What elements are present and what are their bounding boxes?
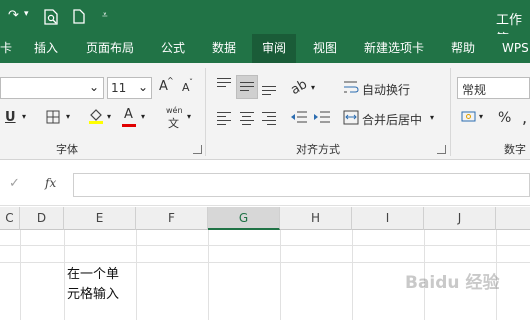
print-preview-icon[interactable] [44, 9, 58, 25]
group-separator [450, 68, 451, 156]
fill-color-dropdown-icon[interactable]: ▾ [107, 112, 111, 121]
tab-new-tab[interactable]: 新建选项卡 [364, 34, 424, 63]
tab-help[interactable]: 帮助 [451, 34, 475, 63]
new-document-icon[interactable] [73, 9, 85, 24]
align-middle-icon [240, 82, 254, 94]
font-color-dropdown-icon[interactable]: ▾ [141, 112, 145, 121]
grid-line [208, 230, 209, 320]
column-header-f[interactable]: F [136, 207, 208, 230]
column-header-j[interactable]: J [424, 207, 496, 230]
increase-indent-icon[interactable] [313, 110, 331, 124]
align-left-icon[interactable] [217, 112, 231, 128]
font-group-label: 字体 [56, 143, 78, 156]
alignment-dialog-launcher-icon[interactable] [437, 145, 446, 154]
tab-view[interactable]: 视图 [313, 34, 337, 63]
grid-line [136, 230, 137, 320]
chevron-down-icon[interactable]: ⌄ [138, 80, 148, 94]
phonetic-guide-button[interactable]: 文 [168, 115, 179, 131]
font-name-combo[interactable]: ⌄ [0, 77, 104, 99]
grid-line [20, 230, 21, 320]
currency-format-icon[interactable] [461, 109, 477, 123]
cell-text-line: 元格输入 [67, 287, 120, 302]
group-separator [205, 68, 206, 156]
grid-line [0, 245, 530, 246]
confirm-entry-icon[interactable]: ✓ [9, 176, 20, 191]
align-bottom-icon[interactable] [262, 86, 276, 98]
customize-quick-access-icon[interactable]: ⩡ [102, 10, 108, 21]
number-format-combo[interactable]: 常规 [457, 77, 530, 99]
tab-wps[interactable]: WPS [502, 34, 529, 63]
underline-button[interactable]: U [5, 110, 16, 125]
grid-line [352, 230, 353, 320]
formula-input[interactable] [73, 173, 530, 197]
shrink-arrow-icon: ˇ [189, 78, 193, 87]
merge-center-icon[interactable] [343, 110, 359, 125]
font-color-button[interactable]: A [124, 107, 133, 122]
borders-dropdown-icon[interactable]: ▾ [66, 112, 70, 121]
ribbon-tab-bar: 卡 插入 页面布局 公式 数据 审阅 视图 新建选项卡 帮助 WPS [0, 34, 530, 63]
tab-formulas[interactable]: 公式 [161, 34, 185, 63]
orientation-dropdown-icon[interactable]: ▾ [311, 83, 315, 92]
percent-style-button[interactable]: % [498, 110, 511, 126]
grid-line [280, 230, 281, 320]
font-color-swatch [122, 124, 136, 127]
cell-text-line: 在一个单 [67, 267, 120, 282]
fill-color-icon[interactable] [88, 107, 104, 125]
tab-partial[interactable]: 卡 [0, 34, 12, 63]
column-header-c[interactable]: C [0, 207, 20, 230]
column-header-d[interactable]: D [20, 207, 64, 230]
font-size-combo[interactable]: 11 ⌄ [107, 77, 152, 99]
tab-page-layout[interactable]: 页面布局 [86, 34, 134, 63]
comma-style-button[interactable]: , [522, 108, 527, 127]
wrap-text-icon[interactable] [343, 79, 359, 95]
tab-review[interactable]: 审阅 [252, 34, 297, 63]
column-header-i[interactable]: I [352, 207, 424, 230]
phonetic-top[interactable]: wén [166, 106, 183, 115]
cell-e-wrapped[interactable]: 在一个单 元格输入 [64, 262, 136, 320]
column-header-h[interactable]: H [280, 207, 352, 230]
alignment-group-label: 对齐方式 [296, 143, 340, 156]
column-header-g[interactable]: G [208, 207, 280, 230]
number-group-label: 数字 [504, 143, 526, 156]
insert-function-icon[interactable]: fx [45, 176, 56, 190]
redo-icon[interactable]: ↷ [8, 8, 19, 23]
underline-dropdown-icon[interactable]: ▾ [22, 112, 26, 121]
wrap-text-button[interactable]: 自动换行 [362, 81, 410, 98]
number-format-value: 常规 [462, 83, 487, 97]
column-header-e[interactable]: E [64, 207, 136, 230]
tab-data[interactable]: 数据 [212, 34, 236, 63]
borders-icon[interactable] [46, 110, 60, 124]
watermark-text: Baidu 经验 [405, 273, 500, 293]
redo-dropdown-icon[interactable]: ▾ [24, 9, 29, 19]
font-dialog-launcher-icon[interactable] [193, 145, 202, 154]
merge-dropdown-icon[interactable]: ▾ [430, 113, 434, 122]
tab-insert[interactable]: 插入 [34, 34, 58, 63]
align-right-icon[interactable] [262, 112, 276, 128]
chevron-down-icon[interactable]: ⌄ [89, 80, 99, 94]
baidu-watermark: Baidu 经验 [405, 268, 499, 293]
font-size-value: 11 [111, 81, 127, 95]
currency-dropdown-icon[interactable]: ▾ [479, 112, 483, 121]
grow-arrow-icon: ^ [167, 76, 174, 85]
decrease-indent-icon[interactable] [290, 110, 308, 124]
merge-center-button[interactable]: 合并后居中 [362, 111, 422, 128]
align-center-icon[interactable] [240, 112, 254, 128]
align-top-icon[interactable] [217, 78, 231, 90]
phonetic-dropdown-icon[interactable]: ▾ [187, 112, 191, 121]
